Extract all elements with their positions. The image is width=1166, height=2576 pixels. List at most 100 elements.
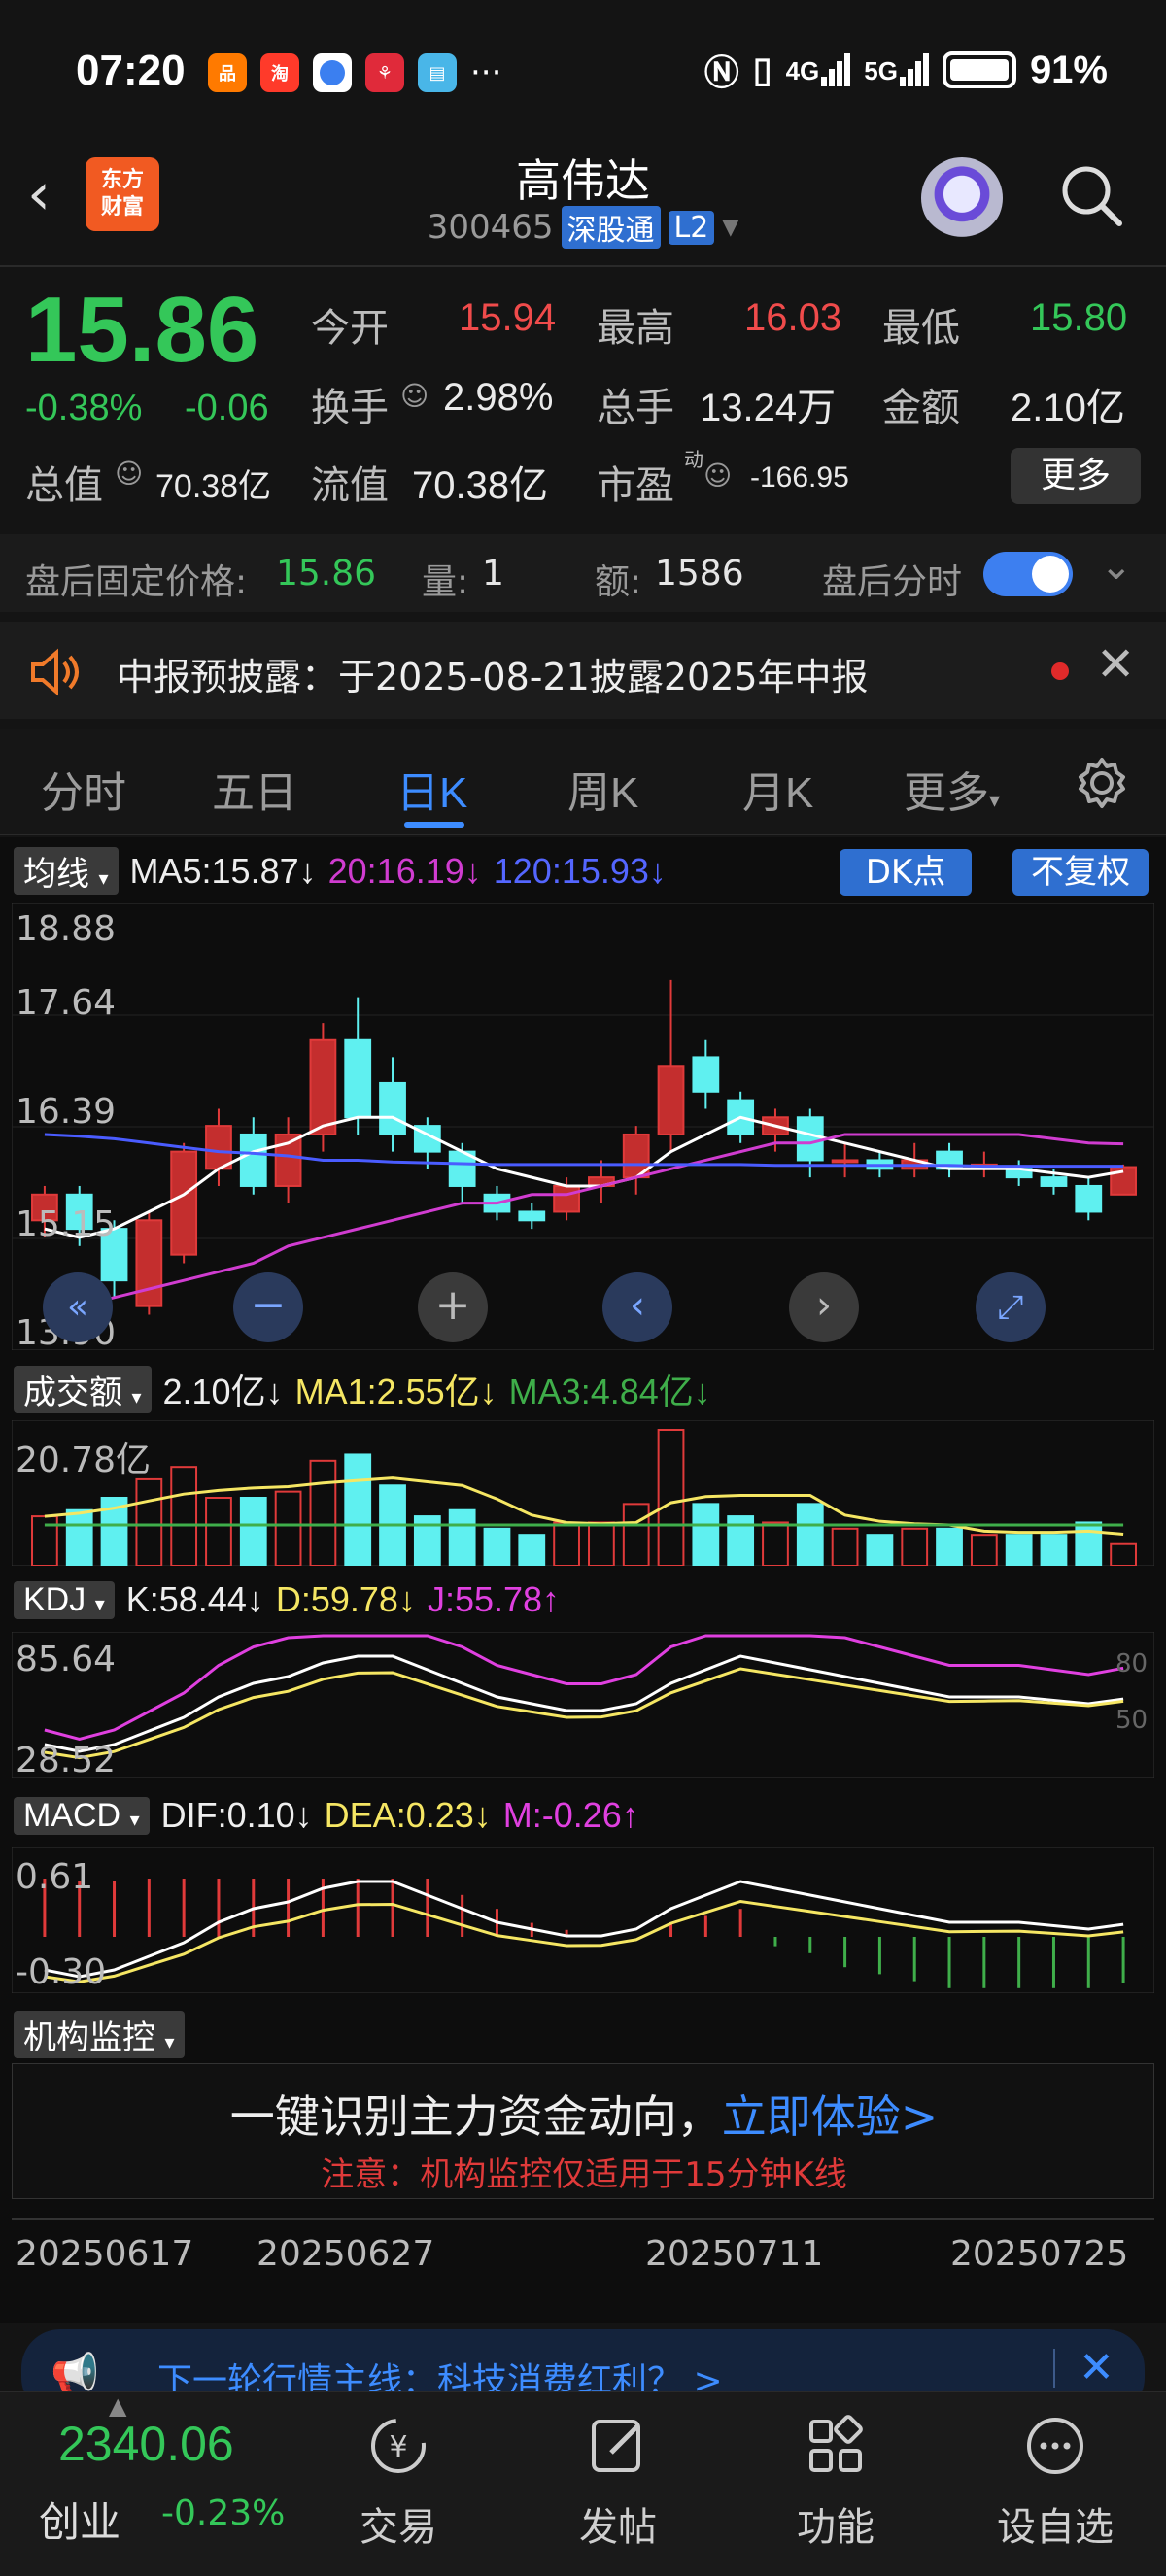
after-hours-toggle[interactable]	[983, 552, 1073, 596]
macd-dif: DIF:0.10↓	[160, 1795, 313, 1835]
notice-bar[interactable]: 中报预披露：于2025-08-21披露2025年中报 ✕	[0, 622, 1166, 719]
volume-bar	[135, 1477, 163, 1566]
nav-add-watchlist[interactable]: 设自选	[977, 2412, 1133, 2552]
tab-more[interactable]: 更多▾	[904, 758, 1000, 820]
date-axis-line	[12, 2218, 1154, 2220]
index-name[interactable]: 创业	[39, 2490, 120, 2549]
kdj-k: K:58.44↓	[125, 1579, 264, 1619]
candle	[518, 1203, 546, 1230]
close-icon[interactable]: ✕	[1096, 637, 1135, 692]
chevron-down-icon[interactable]: ⌄	[1100, 544, 1133, 589]
candle	[413, 1117, 441, 1169]
nav-post[interactable]: 发帖	[540, 2412, 696, 2552]
zoom-out-button[interactable]: −	[233, 1272, 303, 1342]
info-icon[interactable]: ☺	[703, 459, 732, 491]
edit-icon	[592, 2420, 640, 2472]
price-axis-max: 18.88	[16, 909, 117, 949]
adjust-button[interactable]: 不复权	[1012, 849, 1149, 896]
info-icon[interactable]: ☺	[400, 380, 429, 412]
ma-selector[interactable]: 均线 ▾	[14, 847, 119, 895]
unread-dot	[1051, 662, 1069, 680]
date-label: 20250711	[645, 2234, 824, 2274]
macd-chart[interactable]	[12, 1847, 1154, 1993]
kdj-legend-row: KDJ ▾ K:58.44↓ D:59.78↓ J:55.78↑	[14, 1579, 560, 1620]
macd-selector[interactable]: MACD ▾	[14, 1796, 150, 1835]
volume-selector[interactable]: 成交额 ▾	[14, 1365, 152, 1413]
amount-value: 2.10亿	[1011, 387, 1125, 429]
low-value: 15.80	[1030, 296, 1128, 339]
info-icon[interactable]: ☺	[115, 458, 143, 490]
kdj-j: J:55.78↑	[427, 1579, 561, 1619]
kdj-d: D:59.78↓	[275, 1579, 416, 1619]
candle	[657, 979, 685, 1152]
close-icon[interactable]: ✕	[1079, 2343, 1115, 2392]
pe-superscript: 动	[684, 448, 703, 471]
candlestick-chart[interactable]	[12, 903, 1154, 1350]
search-icon[interactable]	[1057, 161, 1125, 229]
inst-note: 注意：机构监控仅适用于15分钟K线	[321, 2155, 847, 2194]
volume-bar	[657, 1429, 685, 1566]
mktcap-value: 70.38亿	[155, 468, 272, 505]
inst-panel: 一键识别主力资金动向，立即体验> 注意：机构监控仅适用于15分钟K线	[12, 2063, 1154, 2199]
after-hours-price: 15.86	[276, 554, 377, 593]
zoom-in-button[interactable]: +	[418, 1272, 488, 1342]
after-hours-price-label: 盘后固定价格:	[25, 562, 248, 602]
macd-axis-bottom: -0.30	[16, 1952, 107, 1992]
tab-monthly-k[interactable]: 月K	[742, 758, 813, 820]
settings-gear-icon[interactable]	[1073, 754, 1131, 812]
inst-try-link[interactable]: 立即体验>	[722, 2090, 939, 2143]
kdj-selector[interactable]: KDJ ▾	[14, 1580, 115, 1619]
volume-legend-row: 成交额 ▾ 2.10亿↓ MA1:2.55亿↓ MA3:4.84亿↓	[14, 1364, 711, 1414]
candle-body	[170, 1150, 198, 1256]
tab-weekly-k[interactable]: 周K	[567, 758, 638, 820]
date-label: 20250725	[950, 2234, 1129, 2274]
tab-timeshare[interactable]: 分时	[41, 758, 126, 820]
robot-assistant-icon[interactable]	[921, 157, 1003, 239]
nav-trade[interactable]: ¥ 交易	[321, 2412, 476, 2552]
inst-selector[interactable]: 机构监控 ▾	[14, 2011, 185, 2058]
volume-bar	[205, 1497, 232, 1566]
pe-label: 市盈	[597, 464, 674, 507]
tab-daily-k[interactable]: 日K	[396, 758, 467, 820]
kdj-axis-bottom: 28.52	[16, 1741, 117, 1780]
candle-body	[205, 1125, 232, 1170]
quote-panel: 15.86 -0.38% -0.06 今开 15.94 最高 16.03 最低 …	[0, 269, 1166, 522]
date-label: 20250617	[16, 2234, 194, 2274]
scroll-right-button[interactable]: ›	[789, 1272, 859, 1342]
volume-bar	[1005, 1534, 1033, 1566]
volume-bar	[274, 1490, 302, 1566]
signal-4g: 4G	[786, 53, 851, 86]
candle	[274, 1117, 302, 1203]
candle-body	[831, 1159, 859, 1164]
candle	[379, 1057, 406, 1152]
candle	[344, 997, 372, 1135]
tab-five-day[interactable]: 五日	[212, 758, 297, 820]
volume-ma3: MA3:4.84亿↓	[508, 1372, 711, 1411]
browser-icon	[313, 53, 352, 92]
volume-chart[interactable]	[12, 1420, 1154, 1566]
exchange-tag: 深股通	[561, 206, 661, 249]
float-value: 70.38亿	[412, 464, 549, 507]
kdj-chart[interactable]	[12, 1632, 1154, 1778]
dk-point-button[interactable]: DK点	[840, 849, 972, 896]
grid-icon	[809, 2415, 863, 2472]
scroll-left-button[interactable]: ‹	[602, 1272, 672, 1342]
candle	[309, 1023, 337, 1152]
nav-functions[interactable]: 功能	[758, 2412, 913, 2552]
volume-bar	[344, 1453, 372, 1566]
after-hours-timeshare-label: 盘后分时	[822, 562, 963, 602]
float-label: 流值	[311, 464, 389, 507]
more-button[interactable]: 更多	[1011, 448, 1141, 504]
scroll-left-fast-button[interactable]: «	[43, 1272, 113, 1342]
volume-label: 总手	[597, 387, 674, 429]
status-time: 07:20	[76, 47, 186, 94]
volume-bar	[866, 1534, 894, 1566]
volume-bar	[692, 1503, 720, 1566]
candle-body	[344, 1038, 372, 1119]
current-price: 15.86	[25, 278, 259, 382]
volume-bar	[65, 1508, 93, 1566]
volume-bar	[309, 1459, 337, 1566]
index-value[interactable]: 2340.06	[58, 2416, 234, 2472]
fullscreen-icon[interactable]: ⤢	[976, 1272, 1046, 1342]
price-axis-4: 15.15	[16, 1204, 117, 1244]
